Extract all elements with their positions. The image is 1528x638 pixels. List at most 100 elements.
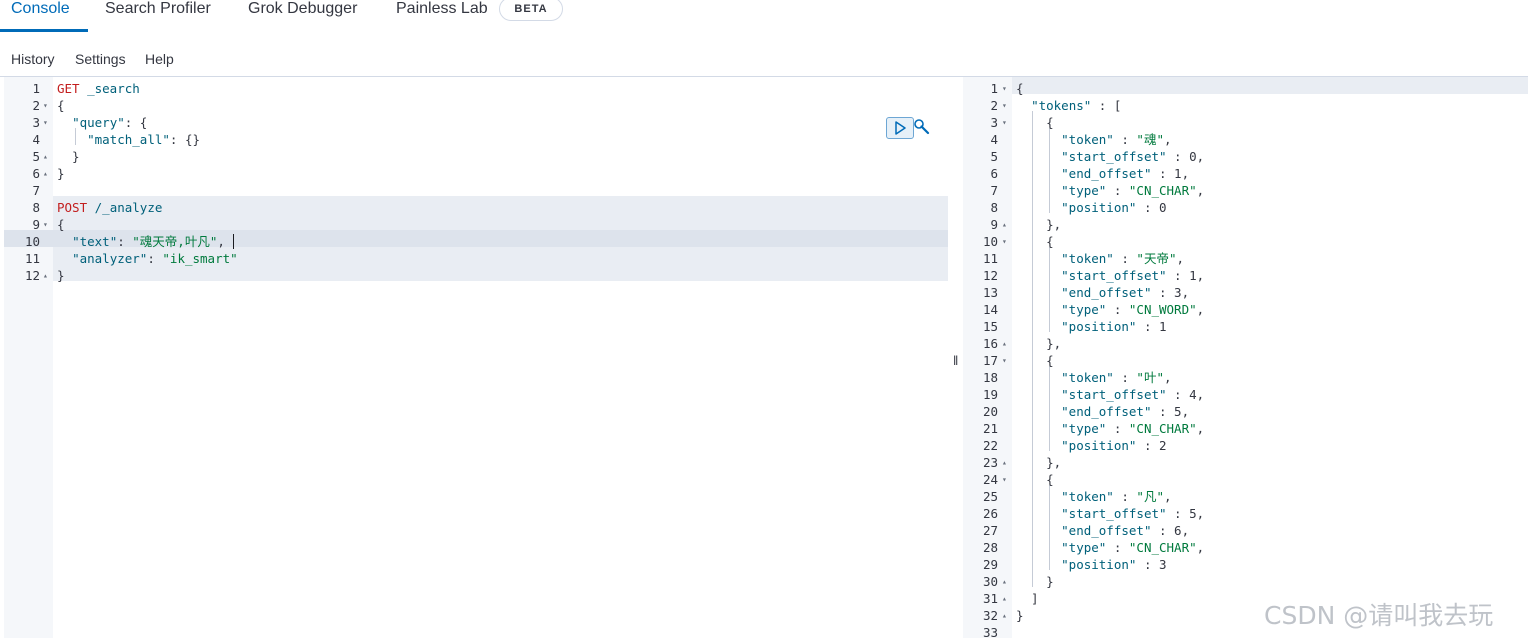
line-number: 5 bbox=[32, 149, 40, 164]
line-number: 5 bbox=[990, 149, 998, 164]
line-number: 6 bbox=[990, 166, 998, 181]
code-token: { bbox=[1016, 353, 1054, 368]
tab-search-profiler[interactable]: Search Profiler bbox=[105, 0, 211, 18]
play-icon bbox=[895, 121, 906, 135]
fold-arrow-down-icon[interactable]: ▾ bbox=[43, 97, 48, 114]
code-token: "token" bbox=[1061, 370, 1114, 385]
code-line: ] bbox=[1016, 590, 1039, 607]
line-number: 31 bbox=[982, 591, 998, 606]
code-token: { bbox=[57, 217, 65, 232]
send-request-button[interactable] bbox=[886, 117, 914, 139]
code-token: "query" bbox=[72, 115, 125, 130]
help-menu-item[interactable]: Help bbox=[145, 51, 174, 67]
tab-grok-debugger[interactable]: Grok Debugger bbox=[248, 0, 357, 18]
line-number: 2 bbox=[990, 98, 998, 113]
code-token: "end_offset" bbox=[1061, 523, 1152, 538]
code-line: "type" : "CN_CHAR", bbox=[1016, 182, 1204, 199]
fold-arrow-up-icon[interactable]: ▴ bbox=[1002, 590, 1007, 607]
code-line: "token" : "叶", bbox=[1016, 369, 1171, 386]
line-number: 7 bbox=[32, 183, 40, 198]
fold-arrow-down-icon[interactable]: ▾ bbox=[1002, 80, 1007, 97]
fold-arrow-down-icon[interactable]: ▾ bbox=[43, 114, 48, 131]
code-token: : bbox=[1113, 251, 1137, 266]
code-token: : bbox=[147, 251, 163, 266]
line-number: 22 bbox=[982, 438, 998, 453]
code-token: , bbox=[1176, 251, 1185, 266]
code-token: "end_offset" bbox=[1061, 404, 1152, 419]
fold-arrow-down-icon[interactable]: ▾ bbox=[1002, 352, 1007, 369]
code-line: "end_offset" : 5, bbox=[1016, 403, 1189, 420]
code-token: "start_offset" bbox=[1061, 268, 1167, 283]
code-token: "position" bbox=[1061, 319, 1137, 334]
fold-arrow-up-icon[interactable]: ▴ bbox=[1002, 335, 1007, 352]
fold-arrow-up-icon[interactable]: ▴ bbox=[1002, 216, 1007, 233]
line-number: 23 bbox=[982, 455, 998, 470]
code-token: "end_offset" bbox=[1061, 166, 1152, 181]
code-line: } bbox=[57, 165, 65, 182]
code-line: "position" : 2 bbox=[1016, 437, 1166, 454]
editor-splitter[interactable]: ‖ bbox=[948, 77, 963, 638]
code-token: : 1, bbox=[1151, 166, 1190, 181]
line-number: 30 bbox=[982, 574, 998, 589]
code-token: , bbox=[1196, 302, 1205, 317]
line-number: 1 bbox=[32, 81, 40, 96]
line-number: 2 bbox=[32, 98, 40, 113]
response-editor[interactable]: 1 ▾ 2 ▾ 3 ▾ 4 5 6 7 8 9 ▴ 10 ▾ 11 12 13 14 15 16 ▴ 17 ▾ 18 19 20 21… bbox=[963, 77, 1528, 638]
fold-arrow-up-icon[interactable]: ▴ bbox=[43, 165, 48, 182]
request-editor[interactable]: 1 2 ▾ 3 ▾ 4 5 ▴ 6 ▴ 7 8 9 ▾ 10 11 12 ▴ GET _search{ "quer… bbox=[4, 77, 948, 638]
code-line: { bbox=[1016, 352, 1054, 369]
active-line-highlight bbox=[1012, 77, 1528, 94]
line-number: 6 bbox=[32, 166, 40, 181]
code-token: "position" bbox=[1061, 200, 1137, 215]
fold-arrow-down-icon[interactable]: ▾ bbox=[1002, 471, 1007, 488]
resize-handle-icon[interactable]: ‖ bbox=[953, 353, 958, 368]
history-menu-item[interactable]: History bbox=[11, 51, 55, 67]
tab-painless-lab[interactable]: Painless Lab bbox=[396, 0, 488, 18]
line-number: 8 bbox=[32, 200, 40, 215]
fold-arrow-up-icon[interactable]: ▴ bbox=[1002, 454, 1007, 471]
fold-arrow-down-icon[interactable]: ▾ bbox=[1002, 97, 1007, 114]
fold-arrow-down-icon[interactable]: ▾ bbox=[43, 216, 48, 233]
code-line: "start_offset" : 0, bbox=[1016, 148, 1204, 165]
line-number: 17 bbox=[982, 353, 998, 368]
request-editor-code-area[interactable]: GET _search{ "query": { "match_all": {} … bbox=[53, 77, 948, 638]
code-token: { bbox=[1016, 234, 1054, 249]
response-editor-code-area[interactable]: { "tokens" : [ { "token" : "魂", "start_o… bbox=[1012, 77, 1528, 638]
code-line: "query": { bbox=[57, 114, 147, 131]
code-token: "match_all" bbox=[87, 132, 170, 147]
code-token: : bbox=[117, 234, 133, 249]
line-number: 14 bbox=[982, 302, 998, 317]
text-cursor bbox=[233, 234, 234, 249]
fold-arrow-up-icon[interactable]: ▴ bbox=[1002, 607, 1007, 624]
line-number: 8 bbox=[990, 200, 998, 215]
line-number: 27 bbox=[982, 523, 998, 538]
tab-console[interactable]: Console bbox=[11, 0, 70, 18]
line-number: 13 bbox=[982, 285, 998, 300]
code-token: "天帝" bbox=[1136, 251, 1177, 266]
code-token: "CN_CHAR" bbox=[1128, 540, 1197, 555]
code-line: "type" : "CN_WORD", bbox=[1016, 301, 1204, 318]
settings-menu-item[interactable]: Settings bbox=[75, 51, 126, 67]
request-actions-button[interactable] bbox=[913, 118, 931, 136]
fold-arrow-up-icon[interactable]: ▴ bbox=[43, 148, 48, 165]
code-line: { bbox=[57, 216, 65, 233]
fold-arrow-down-icon[interactable]: ▾ bbox=[1002, 114, 1007, 131]
fold-arrow-up-icon[interactable]: ▴ bbox=[1002, 573, 1007, 590]
code-token: : bbox=[1106, 540, 1129, 555]
line-number: 24 bbox=[982, 472, 998, 487]
code-token: , bbox=[217, 234, 225, 249]
code-token: { bbox=[1016, 472, 1054, 487]
line-number: 4 bbox=[990, 132, 998, 147]
wrench-icon bbox=[914, 119, 930, 135]
fold-arrow-down-icon[interactable]: ▾ bbox=[1002, 233, 1007, 250]
fold-arrow-up-icon[interactable]: ▴ bbox=[43, 267, 48, 284]
code-token: : 6, bbox=[1151, 523, 1190, 538]
